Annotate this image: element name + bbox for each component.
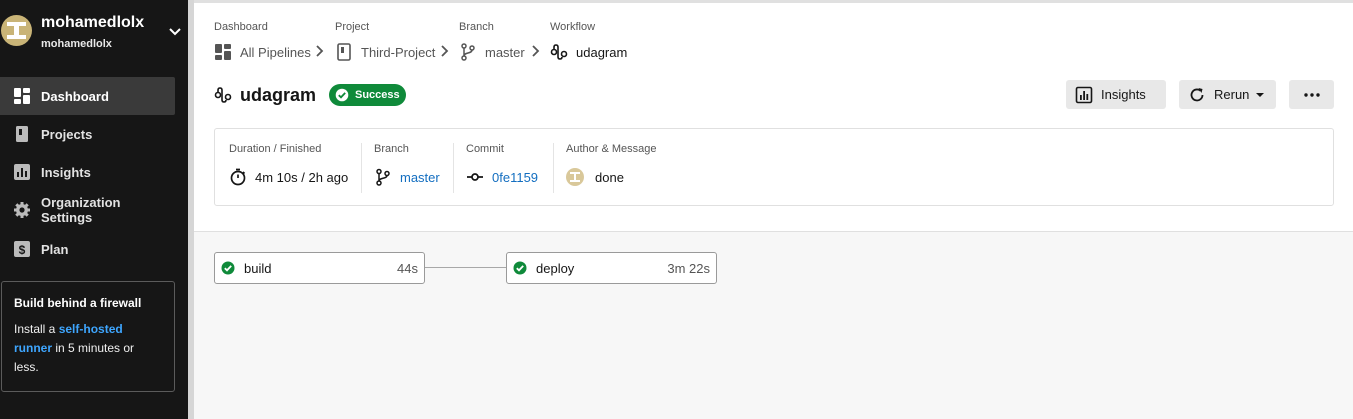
duration-label: Duration / Finished <box>229 143 322 155</box>
firewall-promo: Build behind a firewall Install a self-h… <box>1 281 175 392</box>
sidebar-item-label: Projects <box>41 126 93 142</box>
header-top-border <box>194 0 1353 3</box>
commit-link[interactable]: 0fe1159 <box>492 170 538 185</box>
status-badge: Success <box>329 84 406 106</box>
breadcrumb-branch[interactable]: master <box>460 42 525 62</box>
job-name: deploy <box>536 260 575 276</box>
sidebar-item-label: Plan <box>41 241 69 257</box>
sidebar-item-label: Dashboard <box>41 88 109 104</box>
promo-text-before: Install a <box>14 322 59 336</box>
breadcrumb-branch-label: Branch <box>459 21 494 33</box>
caret-down-icon <box>1256 92 1265 97</box>
dollar-icon: $ <box>13 240 31 258</box>
more-horizontal-icon <box>1303 92 1320 97</box>
workflow-icon <box>214 87 232 103</box>
summary-commit: Commit 0fe1159 <box>466 143 538 193</box>
projects-icon <box>13 125 31 143</box>
breadcrumb-project[interactable]: Third-Project <box>336 42 435 62</box>
job-duration: 3m 22s <box>667 260 710 276</box>
commit-label: Commit <box>466 143 504 155</box>
sidebar-item-plan[interactable]: $ Plan <box>0 230 175 268</box>
check-circle-icon <box>335 88 349 102</box>
commit-message: done <box>595 169 624 185</box>
summary-branch: Branch master <box>374 143 440 193</box>
sidebar-item-insights[interactable]: Insights <box>0 153 175 191</box>
branch-icon <box>376 168 390 186</box>
breadcrumb-branch-text: master <box>485 44 525 60</box>
dashboard-icon <box>215 44 231 60</box>
chevron-right-icon <box>316 45 324 57</box>
sidebar: mohamedlolx mohamedlolx Dashboard Projec… <box>0 0 194 419</box>
breadcrumb-workflow[interactable]: udagram <box>550 42 627 62</box>
sidebar-item-dashboard[interactable]: Dashboard <box>0 77 175 115</box>
chevron-down-icon[interactable] <box>166 22 184 40</box>
branch-icon <box>461 43 475 61</box>
job-duration: 44s <box>397 260 418 276</box>
author-avatar <box>566 168 584 186</box>
check-circle-icon <box>221 261 235 275</box>
author-label: Author & Message <box>566 143 657 155</box>
sidebar-item-organization-settings[interactable]: Organization Settings <box>0 191 175 229</box>
breadcrumb-workflow-label: Workflow <box>550 21 596 33</box>
breadcrumb-project-label: Project <box>335 21 370 33</box>
branch-label: Branch <box>374 143 409 155</box>
sidebar-item-projects[interactable]: Projects <box>0 115 175 153</box>
summary-author: Author & Message done <box>566 143 657 193</box>
breadcrumb-project-text: Third-Project <box>361 44 436 60</box>
chevron-right-icon <box>441 45 449 57</box>
insights-icon <box>1075 86 1093 103</box>
job-connector <box>425 267 506 268</box>
org-name: mohamedlolx <box>41 14 145 31</box>
chevron-right-icon <box>532 45 540 57</box>
insights-icon <box>13 163 31 181</box>
sidebar-item-label: Organization Settings <box>41 195 121 225</box>
rerun-icon <box>1190 87 1204 101</box>
gear-icon <box>13 201 31 219</box>
insights-button-label: Insights <box>1101 87 1146 102</box>
workflow-title: udagram <box>214 84 316 106</box>
breadcrumb-all-pipelines[interactable]: All Pipelines <box>214 42 311 62</box>
sidebar-item-label: Insights <box>41 164 91 180</box>
insights-button[interactable]: Insights <box>1066 80 1166 109</box>
check-circle-icon <box>513 261 527 275</box>
more-options-button[interactable] <box>1289 80 1334 109</box>
job-deploy[interactable]: deploy 3m 22s <box>506 252 717 284</box>
status-text: Success <box>355 89 400 101</box>
workflow-name: udagram <box>240 84 317 105</box>
org-sub: mohamedlolx <box>41 38 112 50</box>
org-avatar <box>1 15 32 46</box>
rerun-button-label: Rerun <box>1214 87 1250 102</box>
breadcrumb-all-pipelines-text: All Pipelines <box>240 44 311 60</box>
duration-value: 4m 10s / 2h ago <box>255 169 349 185</box>
job-name: build <box>244 260 272 276</box>
promo-title: Build behind a firewall <box>14 296 142 310</box>
workflow-icon <box>550 44 568 60</box>
commit-icon <box>467 173 483 181</box>
svg-text:$: $ <box>19 243 26 257</box>
org-switcher[interactable]: mohamedlolx mohamedlolx <box>0 0 188 64</box>
breadcrumb-workflow-text: udagram <box>576 44 628 60</box>
branch-link[interactable]: master <box>400 170 440 185</box>
breadcrumb-dashboard-label: Dashboard <box>214 21 268 33</box>
summary-duration: Duration / Finished 4m 10s / 2h ago <box>229 143 348 193</box>
stopwatch-icon <box>230 168 246 186</box>
dashboard-icon <box>13 87 31 105</box>
job-build[interactable]: build 44s <box>214 252 425 284</box>
rerun-button[interactable]: Rerun <box>1179 80 1276 109</box>
project-icon <box>337 43 351 61</box>
promo-text: Install a self-hosted runner in 5 minute… <box>14 320 162 377</box>
pipeline-summary-card: Duration / Finished 4m 10s / 2h ago Bran… <box>214 128 1334 206</box>
